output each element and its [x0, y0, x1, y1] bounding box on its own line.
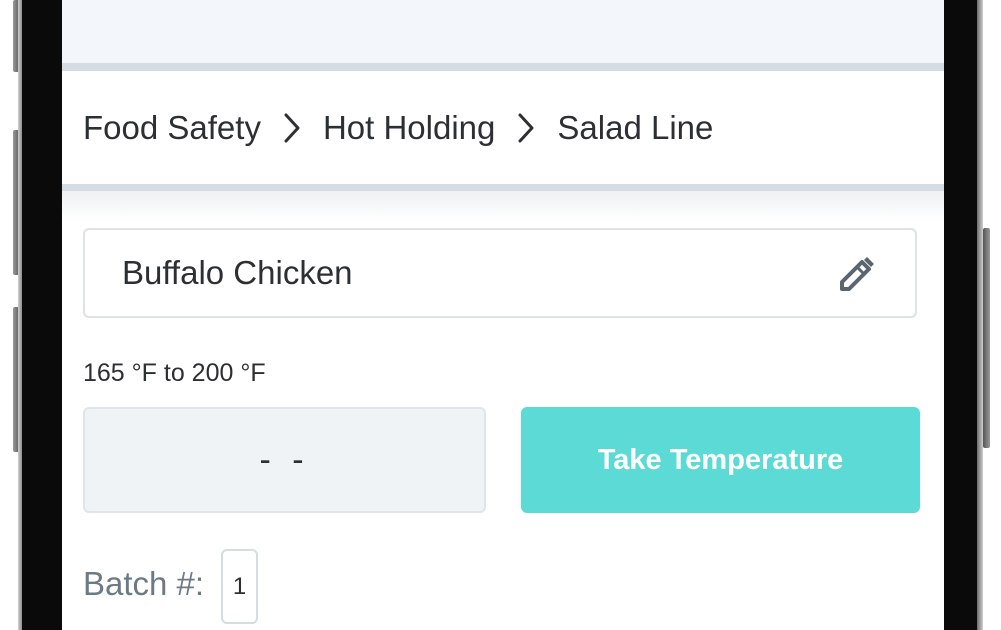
header-band	[62, 0, 944, 63]
divider	[62, 63, 944, 71]
power-button	[983, 228, 990, 448]
phone-bezel-right	[944, 0, 979, 630]
chevron-right-icon	[261, 108, 323, 148]
content-shadow	[62, 191, 944, 221]
batch-label: Batch #:	[83, 565, 205, 602]
breadcrumb-item-salad-line[interactable]: Salad Line	[557, 109, 713, 147]
phone-frame-edge	[977, 0, 983, 630]
phone-bezel-left	[22, 0, 62, 630]
chevron-right-icon	[495, 108, 557, 148]
batch-number-input[interactable]: 1	[221, 549, 258, 624]
breadcrumb: Food Safety Hot Holding Salad Line	[83, 104, 713, 152]
app-screen: Food Safety Hot Holding Salad Line Buffa…	[62, 0, 944, 630]
pencil-icon[interactable]	[833, 252, 879, 298]
breadcrumb-item-hot-holding[interactable]: Hot Holding	[323, 109, 495, 147]
item-name: Buffalo Chicken	[122, 254, 353, 291]
breadcrumb-item-food-safety[interactable]: Food Safety	[83, 109, 261, 147]
temperature-range-label: 165 °F to 200 °F	[83, 359, 266, 387]
take-temperature-button[interactable]: Take Temperature	[521, 407, 920, 513]
phone-device: Food Safety Hot Holding Salad Line Buffa…	[0, 0, 1001, 630]
item-name-field[interactable]: Buffalo Chicken	[83, 228, 917, 318]
temperature-reading: - -	[83, 407, 486, 513]
